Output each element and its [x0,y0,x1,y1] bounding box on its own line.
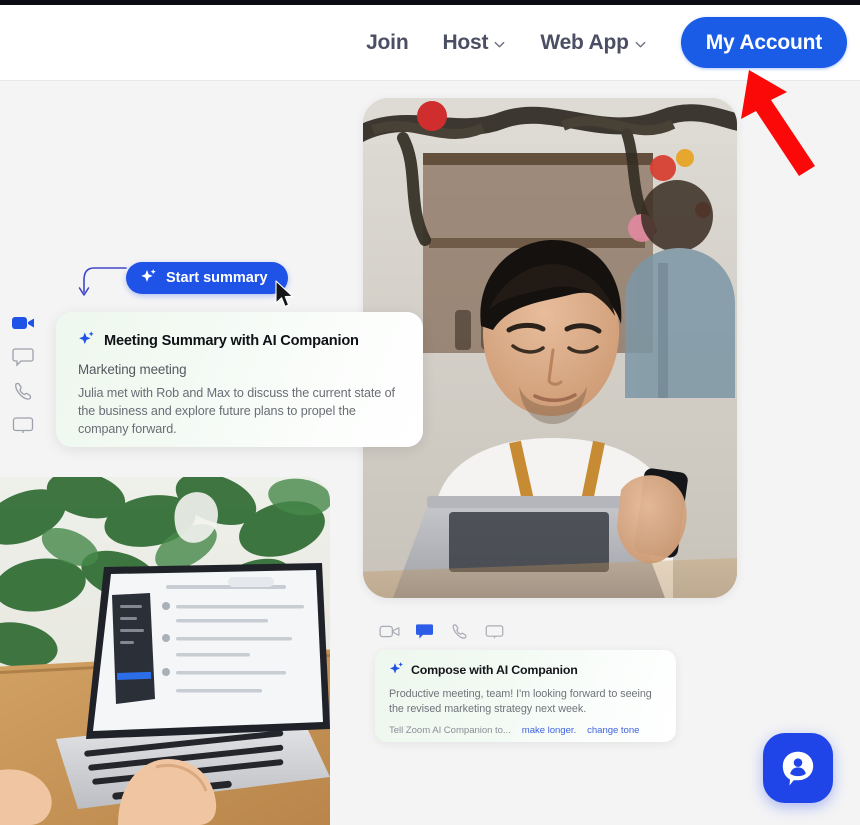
phone-icon[interactable] [448,621,470,641]
nav-item-web-app[interactable]: Web App [540,31,646,55]
meeting-summary-card: Meeting Summary with AI Companion Market… [56,312,423,447]
my-account-button[interactable]: My Account [680,17,847,68]
change-tone-link[interactable]: change tone [587,725,639,736]
compose-card: Compose with AI Companion Productive mee… [375,650,676,742]
video-icon[interactable] [10,312,36,334]
sparkle-icon [78,330,95,351]
start-summary-label: Start summary [166,270,268,286]
compose-card-body: Productive meeting, team! I'm looking fo… [389,688,652,716]
meeting-summary-card-header: Meeting Summary with AI Companion [78,330,403,351]
compose-card-header: Compose with AI Companion [389,661,662,679]
nav-item-host[interactable]: Host [442,31,506,55]
support-chat-button[interactable] [763,733,833,803]
mouse-cursor-icon [274,280,296,310]
compose-card-footer: Tell Zoom AI Companion to... make longer… [389,725,662,736]
nav-item-join[interactable]: Join [366,30,409,55]
curved-down-arrow-icon [72,262,128,300]
nav-item-host-label: Host [442,30,489,54]
person-in-speech-bubble-icon [779,748,817,789]
chevron-down-icon [634,38,647,51]
video-icon[interactable] [378,621,400,641]
meeting-summary-title: Meeting Summary with AI Companion [104,332,359,349]
chat-bubble-icon[interactable] [10,346,36,368]
laptop-photo [0,477,330,825]
whiteboard-icon[interactable] [10,414,36,436]
channel-icon-row [378,621,505,641]
whiteboard-icon[interactable] [483,621,505,641]
left-icon-rail [10,312,36,436]
nav-item-join-label: Join [366,30,409,54]
chevron-down-icon [493,38,506,51]
start-summary-button[interactable]: Start summary [126,262,288,294]
compose-card-title: Compose with AI Companion [411,663,578,677]
nav-item-web-app-label: Web App [540,30,629,54]
meeting-summary-subtitle: Marketing meeting [78,362,187,377]
sparkle-icon [389,661,404,679]
meeting-summary-body: Julia met with Rob and Max to discuss th… [78,386,395,436]
chat-bubble-icon[interactable] [413,621,435,641]
make-longer-link[interactable]: make longer. [522,725,576,736]
phone-icon[interactable] [10,380,36,402]
page-root: Join Host Web App My Account Start summa… [0,0,860,825]
sparkle-icon [140,268,157,289]
top-navigation-bar: Join Host Web App My Account [0,5,860,81]
compose-prompt-label: Tell Zoom AI Companion to... [389,724,511,736]
